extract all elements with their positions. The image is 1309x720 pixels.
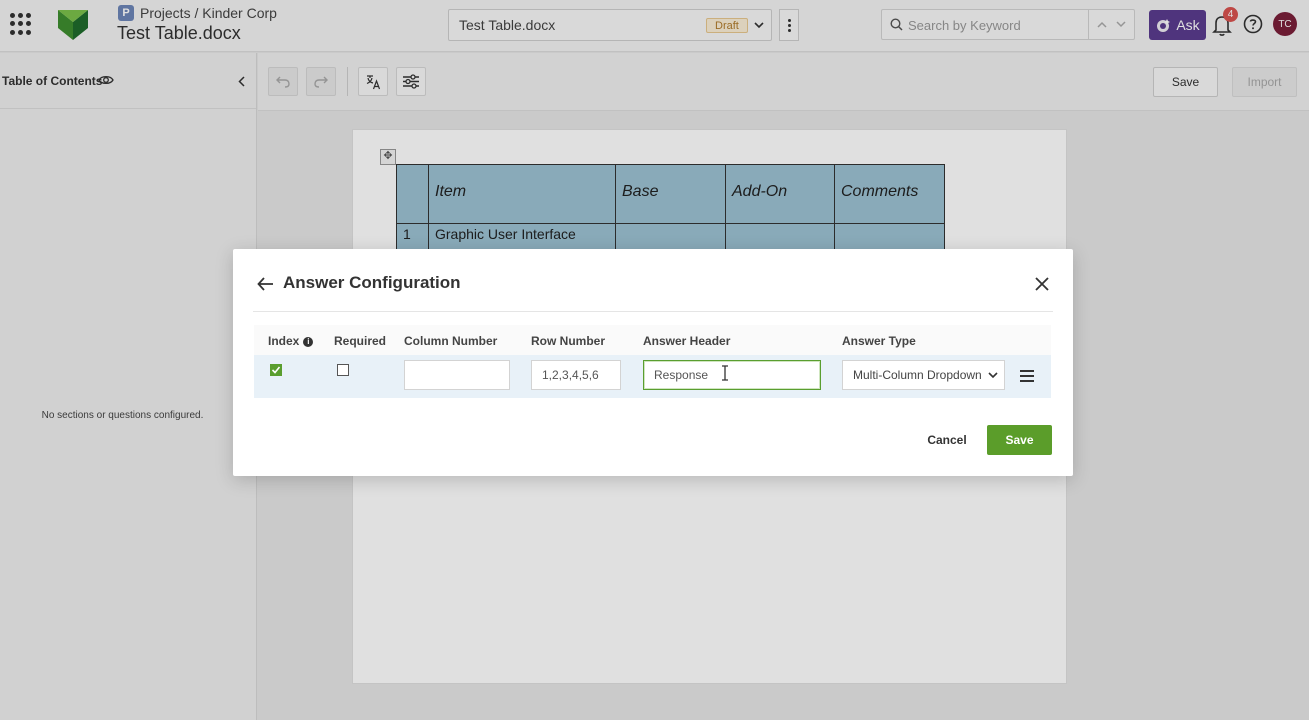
column-header-index: Index i [268, 334, 314, 348]
answer-type-select[interactable]: Multi-Column Dropdown [842, 360, 1005, 390]
required-checkbox[interactable] [337, 364, 349, 376]
info-icon[interactable]: i [303, 336, 314, 347]
drag-handle-icon[interactable] [1020, 370, 1034, 382]
column-header-answer-type: Answer Type [842, 334, 916, 348]
column-header-column-number: Column Number [404, 334, 498, 348]
cancel-button[interactable]: Cancel [923, 425, 971, 455]
close-button[interactable] [1031, 273, 1053, 295]
column-header-required: Required [334, 334, 387, 348]
index-checkbox[interactable] [270, 364, 282, 376]
arrow-left-icon [256, 277, 273, 291]
divider [253, 311, 1053, 312]
answer-header-field[interactable]: Response [643, 360, 821, 390]
config-table-header: Index i Required Column Number Row Number… [254, 325, 1051, 355]
chevron-down-icon [988, 372, 998, 379]
answer-configuration-dialog: Answer Configuration Index i Required Col… [233, 249, 1073, 476]
column-number-field[interactable] [404, 360, 510, 390]
checkmark-icon [271, 366, 281, 374]
column-header-label: Index [268, 334, 300, 348]
row-number-field[interactable]: 1,2,3,4,5,6 [531, 360, 621, 390]
save-button[interactable]: Save [987, 425, 1052, 455]
back-button[interactable] [253, 273, 277, 295]
column-header-row-number: Row Number [531, 334, 606, 348]
close-icon [1035, 277, 1049, 291]
text-cursor-icon [722, 365, 728, 381]
dialog-title: Answer Configuration [283, 273, 461, 292]
config-row: 1,2,3,4,5,6 Response Multi-Column Dropdo… [254, 355, 1051, 398]
column-header-answer-header: Answer Header [643, 334, 731, 348]
answer-config-table: Index i Required Column Number Row Number… [254, 325, 1051, 398]
answer-type-value: Multi-Column Dropdown [853, 368, 982, 382]
